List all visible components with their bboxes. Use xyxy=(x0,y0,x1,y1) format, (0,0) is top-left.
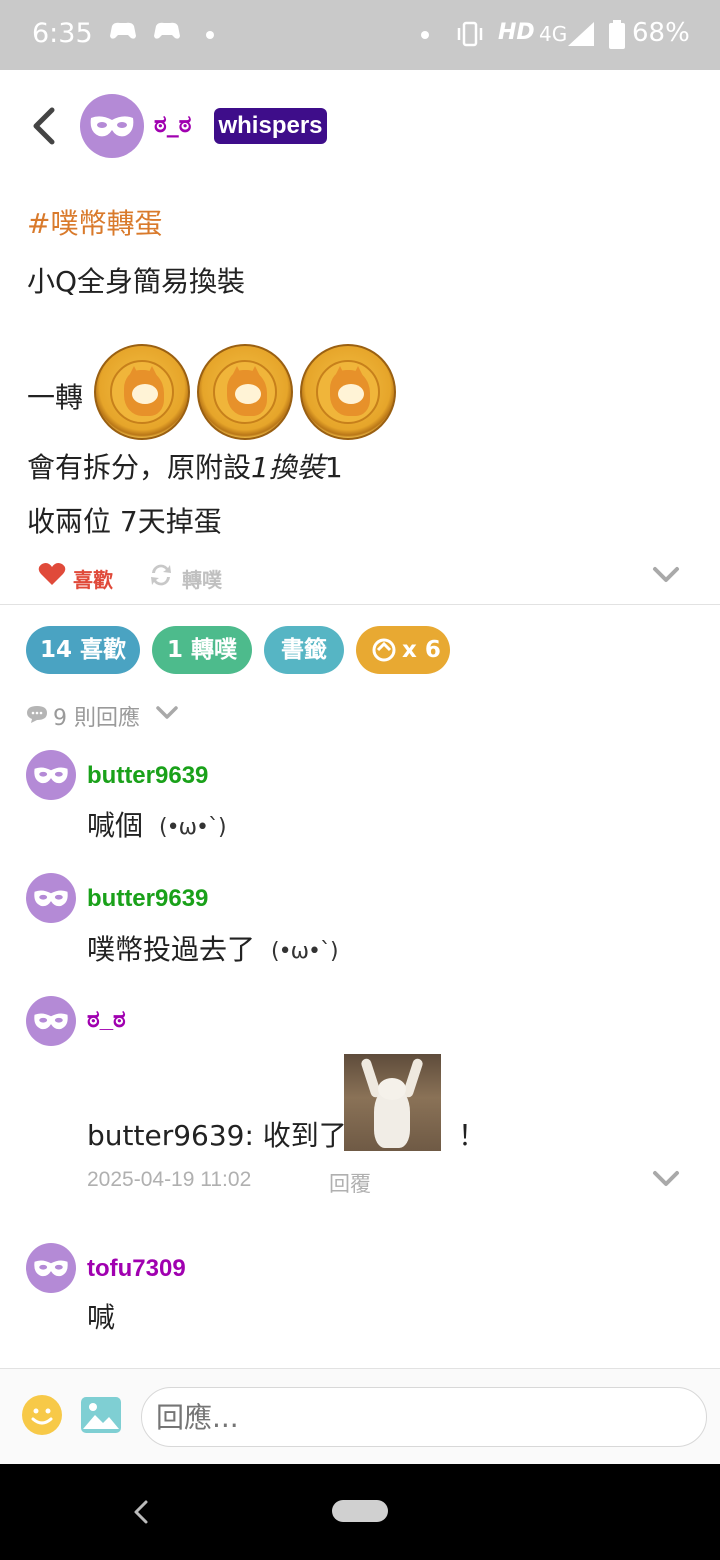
comment-icon xyxy=(27,706,47,723)
mask-icon xyxy=(34,1013,68,1030)
battery-icon xyxy=(609,20,625,49)
post-line-text: 會有拆分，原附設 xyxy=(27,451,252,484)
post-hashtag[interactable]: #噗幣轉蛋 xyxy=(27,202,162,242)
post-line: 收兩位 7天掉蛋 xyxy=(27,505,222,538)
post-line-prefix: 一轉 xyxy=(27,381,84,414)
notification-dot-icon xyxy=(206,31,214,39)
replurks-count-pill[interactable]: 1 轉噗 xyxy=(152,626,252,674)
comment-body: butter9639: 收到了 xyxy=(87,1119,347,1152)
bookmark-pill[interactable]: 書籤 xyxy=(264,626,344,674)
comment-body: 噗幣投過去了 xyxy=(87,933,256,966)
coins-pill[interactable]: x 6 xyxy=(356,626,450,674)
chevron-down-icon[interactable] xyxy=(652,566,680,584)
coin-icon xyxy=(372,638,396,662)
emoji-icon[interactable] xyxy=(22,1395,62,1435)
mask-icon xyxy=(90,116,134,137)
post-line: 小Q全身簡易換裝 xyxy=(27,265,246,298)
post-line: 會有拆分，原附設1換裝1 xyxy=(27,446,343,486)
commenter-name[interactable]: butter9639 xyxy=(87,762,208,790)
vibrate-icon xyxy=(457,21,483,47)
author-name[interactable]: ಠ_ಠ xyxy=(154,110,191,138)
notification-dot-icon xyxy=(421,31,429,39)
mask-icon xyxy=(34,890,68,907)
network-type-label: 4G xyxy=(539,22,568,46)
game-controller-icon xyxy=(154,22,180,39)
comment-body: 喊個 xyxy=(87,809,144,842)
divider xyxy=(0,604,720,605)
nav-home-pill[interactable] xyxy=(332,1500,388,1522)
replurk-button[interactable]: 轉噗 xyxy=(182,564,222,593)
commenter-name[interactable]: tofu7309 xyxy=(87,1255,186,1283)
coins-count: x 6 xyxy=(402,637,441,663)
comment-text: 噗幣投過去了 (•ω•ˋ) xyxy=(87,928,339,968)
whispers-badge: whispers xyxy=(214,108,327,144)
game-controller-icon xyxy=(110,22,136,39)
mask-icon xyxy=(34,767,68,784)
image-upload-icon[interactable] xyxy=(81,1397,121,1433)
reply-input[interactable] xyxy=(141,1387,707,1447)
comment-body: 喊 xyxy=(87,1301,116,1334)
replurk-icon[interactable] xyxy=(148,562,174,588)
chevron-down-icon[interactable] xyxy=(156,706,178,720)
response-count[interactable]: 9 則回應 xyxy=(53,700,140,732)
post-line-text: 1 xyxy=(324,451,343,484)
battery-percentage: 68% xyxy=(632,18,690,48)
chevron-down-icon[interactable] xyxy=(652,1170,680,1188)
commenter-avatar[interactable] xyxy=(26,1243,76,1293)
likes-count-pill[interactable]: 14 喜歡 xyxy=(26,626,140,674)
reply-composer xyxy=(0,1368,720,1464)
signal-icon xyxy=(568,22,594,46)
hd-label: HD xyxy=(498,20,535,45)
back-arrow-icon[interactable] xyxy=(24,104,64,148)
comment-suffix: ！ xyxy=(458,1119,487,1152)
mask-icon xyxy=(34,1260,68,1277)
coin-icon xyxy=(94,344,190,440)
nav-back-icon[interactable] xyxy=(128,1494,152,1530)
cat-sticker-image xyxy=(344,1054,441,1151)
coin-icon xyxy=(197,344,293,440)
reply-link[interactable]: 回覆 xyxy=(329,1168,371,1198)
comment-text: 喊個 (•ω•ˋ) xyxy=(87,804,227,844)
kaomoji-emoticon: (•ω•ˋ) xyxy=(159,814,227,840)
author-avatar[interactable] xyxy=(80,94,144,158)
heart-icon[interactable] xyxy=(38,562,66,586)
commenter-avatar[interactable] xyxy=(26,873,76,923)
like-button[interactable]: 喜歡 xyxy=(73,564,113,593)
status-bar: 6:35 HD 4G 68% xyxy=(0,0,720,70)
status-time: 6:35 xyxy=(32,18,93,49)
post-line-italic: 1換裝 xyxy=(251,451,325,484)
commenter-name[interactable]: butter9639 xyxy=(87,885,208,913)
kaomoji-emoticon: (•ω•ˋ) xyxy=(271,938,339,964)
commenter-avatar[interactable] xyxy=(26,750,76,800)
commenter-name[interactable]: ಠ_ಠ xyxy=(87,1006,126,1034)
commenter-avatar[interactable] xyxy=(26,996,76,1046)
comment-timestamp: 2025-04-19 11:02 xyxy=(87,1168,252,1191)
coin-icon xyxy=(300,344,396,440)
